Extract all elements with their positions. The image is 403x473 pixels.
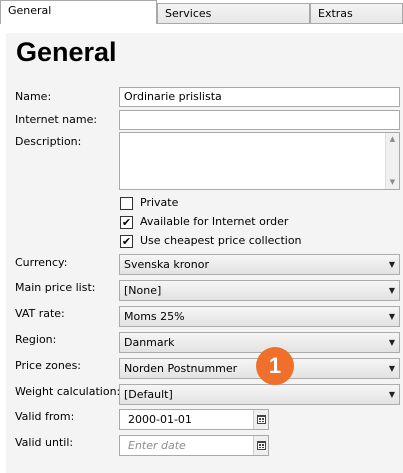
vat-rate-select[interactable]: Moms 25% ▼ [119, 306, 400, 327]
main-price-list-value: [None] [124, 284, 162, 297]
name-field[interactable]: Ordinarie prislista [119, 87, 400, 107]
scroll-down-icon[interactable]: ▼ [386, 178, 399, 187]
tab-services[interactable]: Services [157, 3, 310, 24]
currency-value: Svenska kronor [124, 258, 209, 271]
region-value: Danmark [124, 336, 175, 349]
checkbox-box[interactable] [120, 197, 133, 210]
valid-until-label: Valid until: [15, 436, 74, 449]
chevron-down-icon: ▼ [388, 312, 395, 321]
description-scrollbar[interactable]: ▲ ▼ [385, 133, 399, 189]
valid-until-date-field[interactable]: Enter date [119, 435, 269, 456]
page-title: General [16, 37, 117, 67]
checkmark-icon[interactable]: ✔ [120, 216, 133, 229]
region-select[interactable]: Danmark ▼ [119, 332, 400, 353]
region-label: Region: [15, 333, 57, 346]
checkmark-icon[interactable]: ✔ [120, 235, 133, 248]
chevron-down-icon: ▼ [388, 338, 395, 347]
currency-select[interactable]: Svenska kronor ▼ [119, 254, 400, 275]
internet-name-label: Internet name: [15, 113, 98, 126]
tab-bar: General Services Extras [0, 0, 403, 24]
tab-general[interactable]: General [0, 0, 157, 24]
private-label: Private [140, 196, 179, 209]
scroll-up-icon[interactable]: ▲ [386, 135, 399, 144]
tab-label: Extras [318, 7, 353, 20]
tab-label: General [8, 4, 52, 17]
valid-from-label: Valid from: [15, 410, 75, 423]
calendar-icon[interactable] [253, 410, 268, 429]
chevron-down-icon: ▼ [388, 260, 395, 269]
vat-rate-value: Moms 25% [124, 310, 185, 323]
calendar-icon[interactable] [253, 436, 268, 455]
currency-label: Currency: [15, 256, 68, 269]
main-price-list-label: Main price list: [15, 281, 96, 294]
chevron-down-icon: ▼ [388, 364, 395, 373]
valid-from-date-field[interactable]: 2000-01-01 [119, 409, 269, 430]
description-label: Description: [15, 135, 82, 148]
weight-calculation-select[interactable]: [Default] ▼ [119, 384, 400, 405]
description-field[interactable]: ▲ ▼ [119, 132, 400, 190]
valid-from-value: 2000-01-01 [128, 413, 192, 426]
weight-calculation-value: [Default] [124, 388, 173, 401]
internet-name-field[interactable] [119, 110, 400, 130]
chevron-down-icon: ▼ [388, 286, 395, 295]
general-panel: General Name: Ordinarie prislista Intern… [6, 33, 403, 473]
tab-label: Services [165, 7, 212, 20]
cheapest-price-label: Use cheapest price collection [140, 234, 302, 247]
chevron-down-icon: ▼ [388, 390, 395, 399]
price-zones-label: Price zones: [15, 359, 82, 372]
internet-order-label: Available for Internet order [140, 215, 289, 228]
step-callout-badge: 1 [256, 347, 294, 385]
vat-rate-label: VAT rate: [15, 307, 65, 320]
price-zones-value: Norden Postnummer [124, 362, 238, 375]
weight-calculation-label: Weight calculation: [15, 385, 121, 398]
name-value: Ordinarie prislista [124, 90, 222, 103]
valid-until-placeholder: Enter date [128, 439, 186, 452]
main-price-list-select[interactable]: [None] ▼ [119, 280, 400, 301]
tab-extras[interactable]: Extras [310, 3, 403, 24]
name-label: Name: [15, 90, 52, 103]
